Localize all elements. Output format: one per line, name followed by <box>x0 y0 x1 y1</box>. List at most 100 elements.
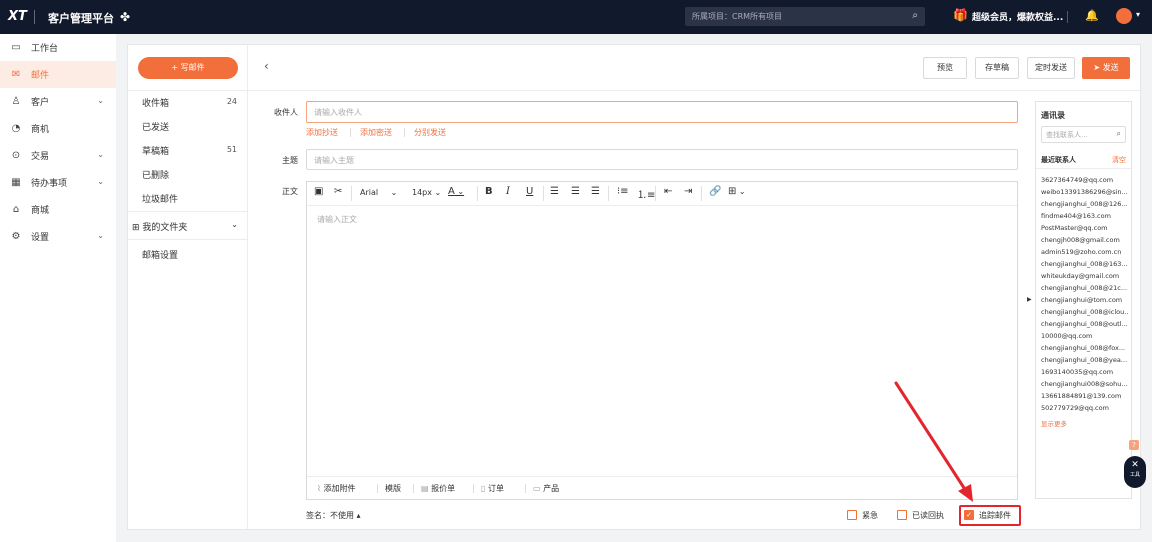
caret-down-icon[interactable]: ▾ <box>1136 10 1140 19</box>
sidebar-item-store[interactable]: ⌂ 商城 <box>0 196 116 223</box>
italic-icon[interactable]: I <box>506 186 510 197</box>
contact-item[interactable]: weibo13391386296@sin... <box>1041 188 1129 196</box>
show-more-link[interactable]: 显示更多 <box>1041 418 1067 428</box>
contact-item[interactable]: chengjianghui_008@126... <box>1041 200 1129 208</box>
sidebar-item-opportunities[interactable]: ◔ 商机 <box>0 115 116 142</box>
outdent-icon[interactable]: ⇤ <box>664 186 672 197</box>
my-folders-toggle[interactable]: ⊞ 我的文件夹 ⌄ <box>132 220 246 233</box>
contact-item[interactable]: 3627364749@qq.com <box>1041 176 1129 184</box>
scissors-icon[interactable]: ✂ <box>334 186 342 197</box>
sidebar-item-deals[interactable]: ⊙ 交易 ⌄ <box>0 142 116 169</box>
send-button[interactable]: ➤ 发送 <box>1082 57 1130 79</box>
sidebar-item-settings[interactable]: ⚙ 设置 ⌄ <box>0 223 116 250</box>
contact-item[interactable]: admin519@zoho.com.cn <box>1041 248 1129 256</box>
contact-item[interactable]: 502779729@qq.com <box>1041 404 1129 412</box>
chevron-down-icon: ⌄ <box>231 220 238 229</box>
product-button[interactable]: ▭ 产品 <box>533 483 559 494</box>
project-selector[interactable]: 所属项目：CRM所有项目 ⌕ <box>685 7 925 26</box>
table-icon[interactable]: ⊞ ⌄ <box>728 186 746 197</box>
contact-item[interactable]: chengjh008@gmail.com <box>1041 236 1129 244</box>
link-icon[interactable]: 🔗 <box>709 186 721 197</box>
to-input[interactable]: 请输入收件人 <box>306 101 1018 123</box>
chevron-down-icon: ⌄ <box>454 187 465 196</box>
rich-text-editor: ▣ ✂ Arial ⌄ 14px ⌄ A ⌄ B I U ☰ ☰ ☰ ⁝≡ ⒈≡… <box>306 181 1018 500</box>
contact-item[interactable]: chengjianghui@tom.com <box>1041 296 1129 304</box>
add-bcc-link[interactable]: 添加密送 <box>360 127 392 138</box>
compose-button[interactable]: + 写邮件 <box>138 57 238 79</box>
subject-input[interactable]: 请输入主题 <box>306 149 1018 170</box>
send-icon: ➤ <box>1093 63 1101 72</box>
contact-item[interactable]: chengjianghui008@sohu... <box>1041 380 1129 388</box>
contact-item[interactable]: PostMaster@qq.com <box>1041 224 1129 232</box>
contact-item[interactable]: chengjianghui_008@iclou... <box>1041 308 1129 316</box>
font-size-select[interactable]: 14px ⌄ <box>412 188 441 197</box>
avatar[interactable] <box>1116 8 1132 24</box>
logo[interactable]: XT <box>8 9 27 24</box>
numbered-list-icon[interactable]: ⒈≡ <box>637 186 655 201</box>
schedule-send-button[interactable]: 定时发送 <box>1027 57 1075 79</box>
contact-item[interactable]: chengjianghui_008@21c... <box>1041 284 1129 292</box>
folder-inbox[interactable]: 收件箱 <box>142 96 169 109</box>
contact-item[interactable]: chengjianghui_008@fox... <box>1041 344 1129 352</box>
folder-sent[interactable]: 已发送 <box>142 120 169 133</box>
collapse-contacts-arrow[interactable]: ▶ <box>1027 296 1032 303</box>
contact-item[interactable]: 1693140035@qq.com <box>1041 368 1129 376</box>
font-family-select[interactable]: Arial ⌄ <box>360 188 397 197</box>
image-icon[interactable]: ▣ <box>314 186 323 197</box>
clear-recent-button[interactable]: 清空 <box>1112 155 1126 165</box>
folder-drafts[interactable]: 草稿箱 <box>142 144 169 157</box>
divider <box>655 186 656 201</box>
bell-icon[interactable]: 🔔 <box>1085 9 1099 22</box>
quote-button[interactable]: ▤ 报价单 <box>421 483 455 494</box>
order-button[interactable]: ▯ 订单 <box>481 483 504 494</box>
help-badge[interactable]: ? <box>1129 440 1139 450</box>
contact-item[interactable]: chengjianghui_008@yea... <box>1041 356 1129 364</box>
save-draft-button[interactable]: 存草稿 <box>975 57 1019 79</box>
target-icon: ◔ <box>11 123 21 134</box>
bold-icon[interactable]: B <box>485 186 493 197</box>
editor-body-placeholder[interactable]: 请输入正文 <box>317 214 357 225</box>
folder-deleted[interactable]: 已删除 <box>142 168 169 181</box>
chevron-down-icon: ⌄ <box>97 231 104 240</box>
send-separately-link[interactable]: 分别发送 <box>414 127 446 138</box>
contact-item[interactable]: whiteukday@gmail.com <box>1041 272 1129 280</box>
sidebar-item-workbench[interactable]: ▭ 工作台 <box>0 34 116 61</box>
promo-text[interactable]: 超级会员，爆款权益... <box>972 10 1063 23</box>
sidebar-item-customers[interactable]: ♙ 客户 ⌄ <box>0 88 116 115</box>
contact-item[interactable]: 10000@qq.com <box>1041 332 1129 340</box>
contact-item[interactable]: chengjianghui_008@163... <box>1041 260 1129 268</box>
template-button[interactable]: 模版 <box>385 483 401 494</box>
contact-item[interactable]: 13661884891@139.com <box>1041 392 1129 400</box>
contact-search-placeholder: 查找联系人... <box>1046 131 1088 139</box>
bullet-list-icon[interactable]: ⁝≡ <box>617 186 629 197</box>
underline-icon[interactable]: U <box>526 186 533 197</box>
signature-selector[interactable]: 签名：不使用 ▴ <box>306 510 361 521</box>
add-cc-link[interactable]: 添加抄送 <box>306 127 338 138</box>
tools-button[interactable]: ✕ 工具 <box>1124 456 1146 488</box>
align-center-icon[interactable]: ☰ <box>571 186 580 197</box>
contact-item[interactable]: findme404@163.com <box>1041 212 1129 220</box>
contact-search-input[interactable]: 查找联系人... ⌕ <box>1041 126 1126 143</box>
align-right-icon[interactable]: ☰ <box>591 186 600 197</box>
gift-icon[interactable]: 🎁 <box>953 8 968 22</box>
folder-spam[interactable]: 垃圾邮件 <box>142 192 178 205</box>
mailbox-settings-link[interactable]: 邮箱设置 <box>142 248 178 261</box>
flower-icon[interactable]: ✤ <box>120 10 130 24</box>
urgent-checkbox[interactable] <box>847 510 857 520</box>
contact-item[interactable]: chengjianghui_008@outl... <box>1041 320 1129 328</box>
align-left-icon[interactable]: ☰ <box>550 186 559 197</box>
back-arrow-icon[interactable]: ‹ <box>264 59 269 73</box>
attach-button[interactable]: ⌇ 添加附件 <box>317 483 355 494</box>
folder-plus-icon: ⊞ <box>132 223 140 233</box>
preview-button[interactable]: 预览 <box>923 57 967 79</box>
sidebar-item-todos[interactable]: ▦ 待办事项 ⌄ <box>0 169 116 196</box>
divider <box>34 10 35 24</box>
wrench-icon: ✕ <box>1131 460 1139 470</box>
indent-icon[interactable]: ⇥ <box>684 186 692 197</box>
sidebar-item-mail[interactable]: ✉ 邮件 <box>0 61 116 88</box>
search-icon[interactable]: ⌕ <box>912 10 918 21</box>
font-color-button[interactable]: A ⌄ <box>448 186 464 197</box>
caret-up-icon: ▴ <box>356 511 361 520</box>
read-receipt-checkbox[interactable] <box>897 510 907 520</box>
search-icon[interactable]: ⌕ <box>1117 129 1121 139</box>
